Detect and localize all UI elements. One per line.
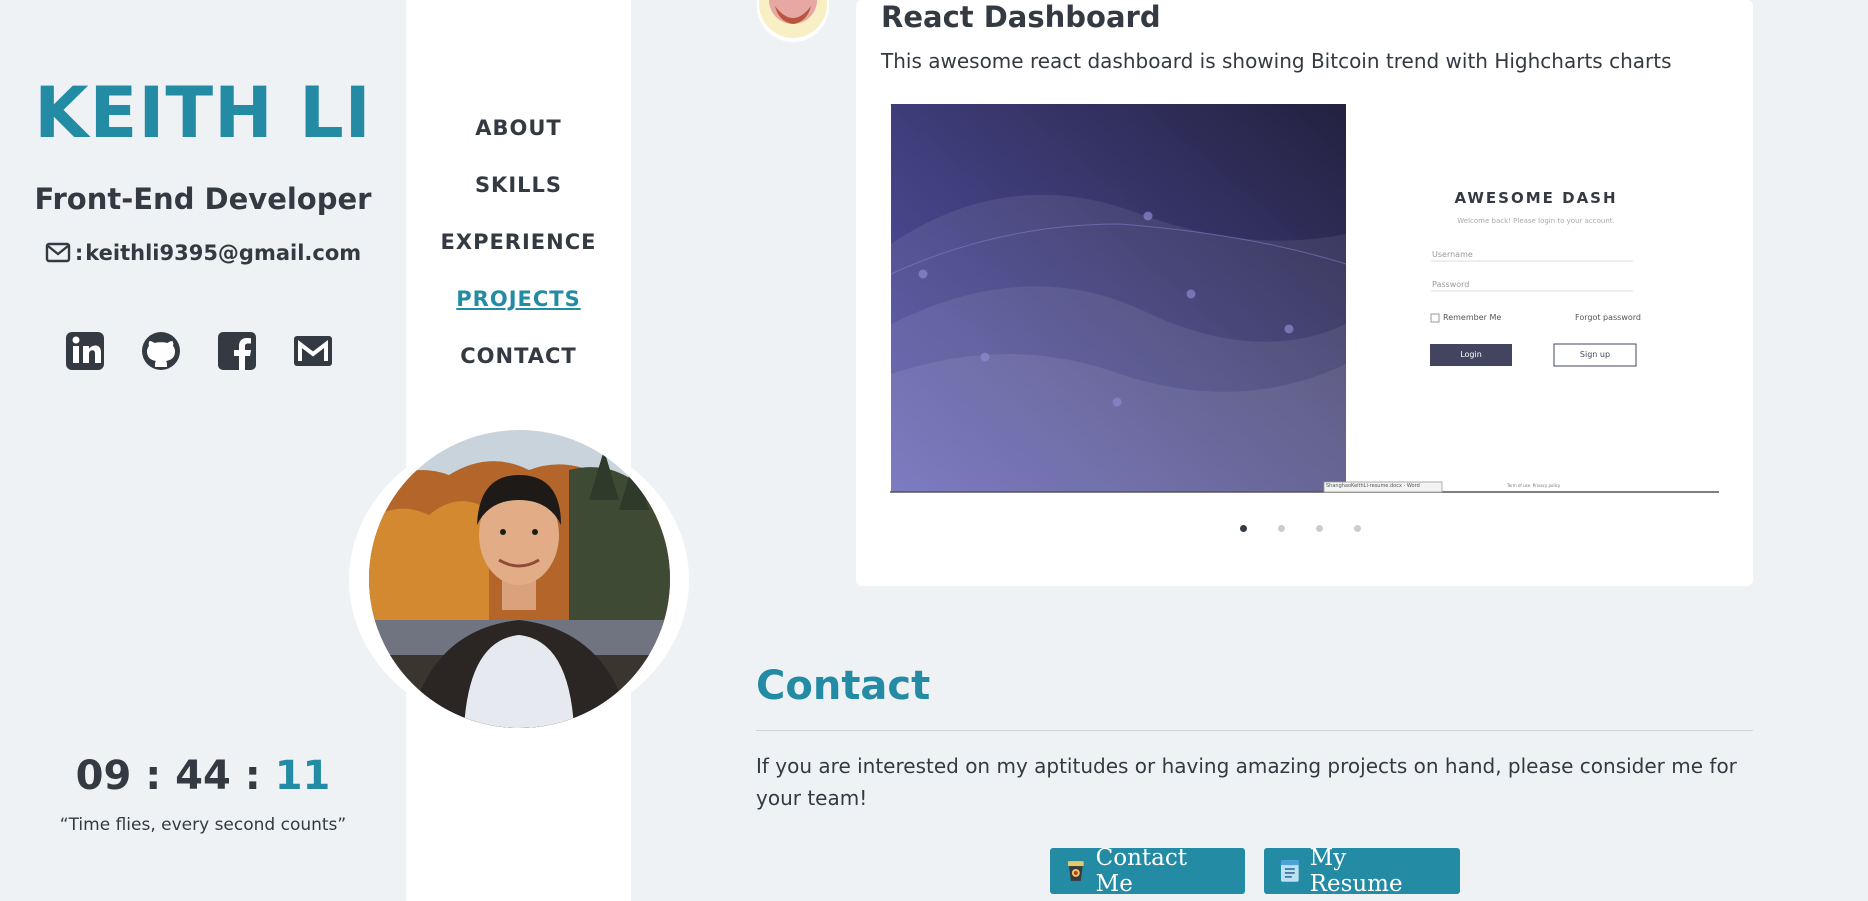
dash-footer: Term of use. Privacy policy: [1507, 483, 1561, 488]
coffee-icon: [1067, 861, 1084, 881]
project-screenshot[interactable]: AWESOME DASH Welcome back! Please login …: [890, 104, 1719, 493]
clock-separator: :: [145, 753, 162, 799]
project-description: This awesome react dashboard is showing …: [881, 49, 1672, 73]
carousel-dot[interactable]: [1316, 525, 1323, 532]
nav-item-experience[interactable]: EXPERIENCE: [406, 226, 631, 283]
project-title: React Dashboard: [881, 0, 1161, 34]
dash-password-field: Password: [1432, 280, 1470, 289]
clock-hours: 09: [75, 753, 132, 799]
nav-item-contact[interactable]: CONTACT: [406, 340, 631, 397]
dash-signup-button: Sign up: [1579, 350, 1611, 359]
profile-quote: “Time flies, every second counts”: [59, 815, 347, 835]
dash-welcome: Welcome back! Please login to your accou…: [1457, 217, 1615, 225]
social-links: [64, 330, 334, 372]
mail-icon: [45, 242, 71, 263]
carousel-dot[interactable]: [1354, 525, 1361, 532]
contact-divider: [756, 730, 1753, 731]
clock-separator: :: [244, 753, 261, 799]
gmail-icon[interactable]: [292, 330, 334, 372]
github-icon[interactable]: [140, 330, 182, 372]
carousel-dots: [1240, 525, 1361, 532]
main-nav: ABOUT SKILLS EXPERIENCE PROJECTS CONTACT: [406, 112, 631, 397]
nav-item-skills[interactable]: SKILLS: [406, 169, 631, 226]
nav-item-projects[interactable]: PROJECTS: [406, 283, 631, 340]
carousel-dot[interactable]: [1278, 525, 1285, 532]
contact-heading: Contact: [756, 663, 931, 709]
clock-seconds: 11: [274, 753, 331, 799]
my-resume-button[interactable]: My Resume: [1264, 845, 1460, 897]
linkedin-icon[interactable]: [64, 330, 106, 372]
carousel-dot[interactable]: [1240, 525, 1247, 532]
email-prefix: :: [74, 241, 84, 265]
document-icon: [1280, 860, 1299, 882]
clock: 09 : 44 : 11: [0, 753, 406, 799]
project-avatar: [757, 0, 829, 42]
dash-brand: AWESOME DASH: [1454, 189, 1618, 207]
dash-remember: Remember Me: [1443, 313, 1502, 322]
contact-me-label: Contact Me: [1095, 845, 1187, 897]
facebook-icon[interactable]: [216, 330, 258, 372]
dash-taskbar-text: ShanghaoKeithLi-resume.docx - Word: [1326, 483, 1420, 489]
email-address[interactable]: keithli9395@gmail.com: [85, 241, 361, 265]
dash-login-button: Login: [1460, 350, 1482, 359]
profile-role: Front-End Developer: [34, 182, 372, 216]
profile-panel: KEITH LI Front-End Developer : keithli93…: [0, 0, 406, 901]
clock-minutes: 44: [175, 753, 231, 799]
email-line[interactable]: : keithli9395@gmail.com: [0, 241, 406, 265]
contact-me-button[interactable]: Contact Me: [1050, 845, 1245, 897]
profile-name: KEITH LI: [34, 72, 372, 154]
dash-username-field: Username: [1432, 250, 1473, 259]
profile-photo: [369, 430, 670, 728]
nav-item-about[interactable]: ABOUT: [406, 112, 631, 169]
contact-text: If you are interested on my aptitudes or…: [756, 754, 1737, 810]
dash-forgot: Forgot password: [1575, 313, 1641, 322]
my-resume-label: My Resume: [1309, 845, 1403, 897]
